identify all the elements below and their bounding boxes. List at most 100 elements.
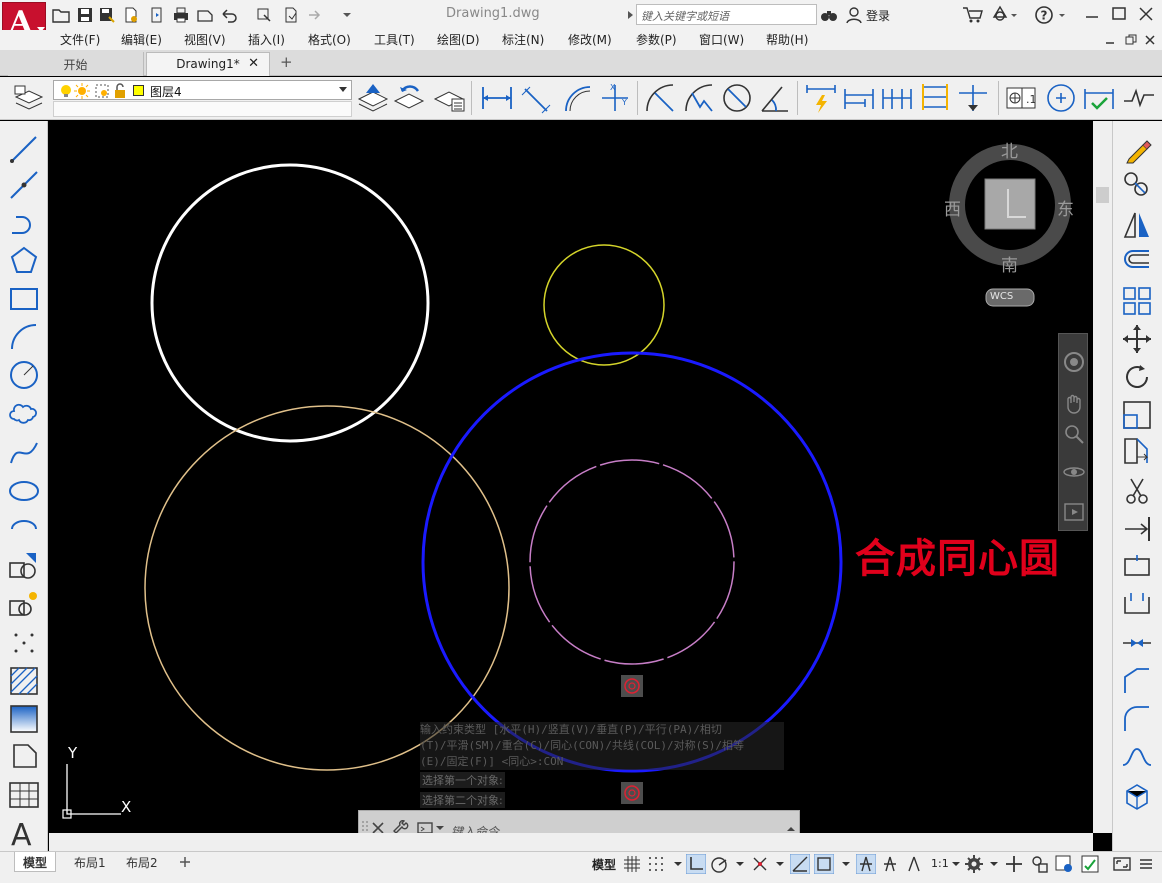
close-icon[interactable]: ✕ xyxy=(248,56,259,71)
angular-dimension-icon[interactable] xyxy=(758,81,792,115)
stretch-icon[interactable] xyxy=(1121,435,1153,467)
array-icon[interactable] xyxy=(1121,285,1153,317)
white-circle[interactable] xyxy=(150,163,430,443)
blue-circle[interactable] xyxy=(421,351,843,773)
wcs-menu[interactable]: WCS xyxy=(990,291,1013,302)
diameter-dimension-icon[interactable] xyxy=(720,81,754,115)
arrow-right-icon[interactable] xyxy=(306,6,324,24)
scrollbar-thumb[interactable] xyxy=(1096,187,1109,203)
add-layout-icon[interactable] xyxy=(178,855,192,869)
copy-icon[interactable] xyxy=(1121,169,1153,201)
join-icon[interactable] xyxy=(1121,627,1153,659)
plus-icon[interactable] xyxy=(1004,854,1024,874)
maximize-icon[interactable] xyxy=(1107,3,1131,25)
quick-properties-icon[interactable] xyxy=(1030,854,1050,874)
object-snap-tracking-icon[interactable] xyxy=(790,854,810,874)
isolate-objects-icon[interactable] xyxy=(1054,854,1074,874)
chamfer-icon[interactable] xyxy=(1121,665,1153,697)
tan-circle[interactable] xyxy=(144,405,510,771)
compass-south[interactable]: 南 xyxy=(1001,251,1018,276)
yellow-circle[interactable] xyxy=(543,244,665,366)
multiline-text-icon[interactable]: A xyxy=(8,817,40,849)
point-icon[interactable] xyxy=(8,627,40,659)
move-icon[interactable] xyxy=(1121,323,1153,355)
layer-states-icon[interactable] xyxy=(432,81,466,115)
linear-dimension-icon[interactable] xyxy=(480,81,514,115)
minimize-icon[interactable] xyxy=(1104,34,1116,46)
chevron-down-icon[interactable] xyxy=(668,854,688,874)
scale-icon[interactable] xyxy=(1121,399,1153,431)
rectangle-icon[interactable] xyxy=(8,283,40,315)
restore-icon[interactable] xyxy=(1125,34,1137,46)
print-icon[interactable] xyxy=(172,6,190,24)
isometric-drafting-icon[interactable] xyxy=(750,854,770,874)
menu-tools[interactable]: 工具(T) xyxy=(374,31,415,48)
quick-dimension-icon[interactable] xyxy=(804,81,838,115)
help-icon[interactable]: ? xyxy=(1034,5,1068,25)
customization-menu-icon[interactable] xyxy=(1136,854,1156,874)
zoom-extents-icon[interactable] xyxy=(1062,422,1086,446)
hatch-icon[interactable] xyxy=(8,665,40,697)
chevron-down-icon[interactable] xyxy=(836,854,856,874)
jogged-dimension-icon[interactable] xyxy=(682,81,716,115)
clean-screen-icon[interactable] xyxy=(1112,854,1132,874)
horizontal-scrollbar[interactable] xyxy=(49,833,1093,851)
ellipse-arc-icon[interactable] xyxy=(8,513,40,545)
compass-west[interactable]: 西 xyxy=(944,195,961,220)
undo-icon[interactable] xyxy=(220,6,238,24)
import-icon[interactable] xyxy=(148,6,166,24)
chevron-down-icon[interactable] xyxy=(730,854,750,874)
autodesk-exchange-icon[interactable] xyxy=(990,5,1018,25)
menu-insert[interactable]: 插入(I) xyxy=(248,31,285,48)
fillet-icon[interactable] xyxy=(1121,703,1153,735)
menu-help[interactable]: 帮助(H) xyxy=(766,31,808,48)
layout-tab-model[interactable]: 模型 xyxy=(14,852,57,872)
vertical-scrollbar[interactable] xyxy=(1093,121,1112,833)
layer-dropdown[interactable]: 图层4 xyxy=(53,80,352,100)
polar-tracking-icon[interactable] xyxy=(710,854,730,874)
jogged-linear-icon[interactable] xyxy=(1122,81,1156,115)
polyline-icon[interactable] xyxy=(8,207,40,239)
annotation-visibility-icon[interactable] xyxy=(856,854,876,874)
arc-icon[interactable] xyxy=(8,321,40,353)
new-document-icon[interactable] xyxy=(122,6,140,24)
close-icon[interactable] xyxy=(1144,34,1156,46)
radius-dimension-icon[interactable] xyxy=(643,81,677,115)
line-icon[interactable] xyxy=(8,133,40,165)
tab-drawing1[interactable]: Drawing1* ✕ xyxy=(146,52,270,76)
model-space-button[interactable]: 模型 xyxy=(592,856,616,873)
chevron-down-icon[interactable] xyxy=(946,854,966,874)
ordinate-dimension-icon[interactable]: XY xyxy=(598,81,632,115)
grid-icon[interactable] xyxy=(622,854,642,874)
explode-icon[interactable] xyxy=(1121,779,1153,811)
mirror-icon[interactable] xyxy=(1121,209,1153,241)
open-folder-icon[interactable] xyxy=(52,6,70,24)
continue-dimension-icon[interactable] xyxy=(880,81,914,115)
break-at-point-icon[interactable] xyxy=(1121,551,1153,583)
blend-curves-icon[interactable] xyxy=(1121,741,1153,773)
dimension-space-icon[interactable] xyxy=(918,81,952,115)
polygon-icon[interactable] xyxy=(8,245,40,277)
showmotion-icon[interactable] xyxy=(1062,500,1086,524)
inspect-dimension-icon[interactable] xyxy=(1082,81,1116,115)
menu-parametric[interactable]: 参数(P) xyxy=(636,31,677,48)
share-icon[interactable] xyxy=(282,6,300,24)
break-icon[interactable] xyxy=(1121,589,1153,621)
revision-cloud-icon[interactable] xyxy=(8,397,40,429)
make-current-layer-icon[interactable] xyxy=(356,81,390,115)
construction-line-icon[interactable] xyxy=(8,169,40,201)
insert-block-icon[interactable] xyxy=(8,551,40,583)
auto-scale-icon[interactable] xyxy=(880,854,900,874)
viewcube[interactable]: 北 南 东 西 WCS xyxy=(940,135,1080,315)
new-tab-button[interactable]: + xyxy=(280,53,300,73)
tolerance-icon[interactable]: .1 xyxy=(1004,81,1038,115)
concentric-constraint-marker[interactable] xyxy=(621,675,643,697)
steering-wheel-icon[interactable] xyxy=(1062,350,1086,374)
extend-icon[interactable] xyxy=(1121,513,1153,545)
menu-dimension[interactable]: 标注(N) xyxy=(502,31,544,48)
plot-icon[interactable] xyxy=(196,6,214,24)
minimize-icon[interactable] xyxy=(1080,3,1104,25)
annotation-scale-icon[interactable] xyxy=(904,854,924,874)
gear-icon[interactable] xyxy=(964,854,984,874)
save-icon[interactable] xyxy=(76,6,94,24)
